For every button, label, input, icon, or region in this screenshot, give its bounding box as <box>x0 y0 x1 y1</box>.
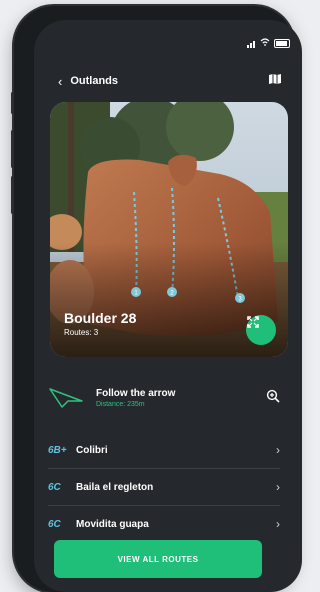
side-button <box>11 176 14 214</box>
route-list: 6B+ Colibri › 6C Baila el regleton › 6C … <box>48 432 280 542</box>
route-name: Colibri <box>76 444 108 456</box>
route-item[interactable]: 6B+ Colibri › <box>48 432 280 469</box>
route-marker[interactable]: 2 <box>167 287 177 297</box>
boulder-photo[interactable]: 1 2 3 Boulder 28 Routes: 3 <box>50 102 288 357</box>
boulder-info: Boulder 28 Routes: 3 <box>64 310 136 337</box>
route-grade: 6C <box>48 481 61 493</box>
chevron-right-icon: › <box>276 517 280 531</box>
route-item[interactable]: 6C Baila el regleton › <box>48 469 280 506</box>
route-name: Baila el regleton <box>76 481 154 493</box>
status-bar <box>247 38 290 48</box>
phone-frame: ‹ Outlands 1 2 3 Boulder 28 Routes: 3 Fo… <box>11 6 302 592</box>
route-item[interactable]: 6C Movidita guapa › <box>48 506 280 542</box>
navigation-row: Follow the arrow Distance: 235m <box>48 378 280 418</box>
navigation-title: Follow the arrow <box>96 388 176 399</box>
navigation-distance: Distance: 235m <box>96 401 145 408</box>
boulder-title: Boulder 28 <box>64 310 137 326</box>
map-icon[interactable] <box>268 72 282 90</box>
wifi-icon <box>260 38 270 48</box>
expand-icon <box>247 316 259 328</box>
back-arrow-icon[interactable]: ‹ <box>58 74 62 89</box>
page-title: Outlands <box>70 75 119 87</box>
chevron-right-icon: › <box>276 443 280 457</box>
route-name: Movidita guapa <box>76 518 149 530</box>
header: ‹ Outlands <box>58 72 282 90</box>
side-button <box>11 130 14 168</box>
route-marker[interactable]: 3 <box>235 293 245 303</box>
chevron-right-icon: › <box>276 480 280 494</box>
route-grade: 6C <box>48 518 61 530</box>
route-grade: 6B+ <box>48 444 67 456</box>
screen: ‹ Outlands 1 2 3 Boulder 28 Routes: 3 Fo… <box>34 20 302 592</box>
view-all-routes-button[interactable]: VIEW ALL ROUTES <box>54 540 262 578</box>
routes-count: Routes: 3 <box>64 328 99 337</box>
direction-arrow-icon <box>49 388 83 408</box>
expand-button[interactable] <box>246 315 276 345</box>
route-marker[interactable]: 1 <box>131 287 141 297</box>
zoom-icon[interactable] <box>266 389 280 408</box>
battery-icon <box>274 38 290 48</box>
signal-icon <box>247 38 256 48</box>
side-button <box>11 92 14 114</box>
